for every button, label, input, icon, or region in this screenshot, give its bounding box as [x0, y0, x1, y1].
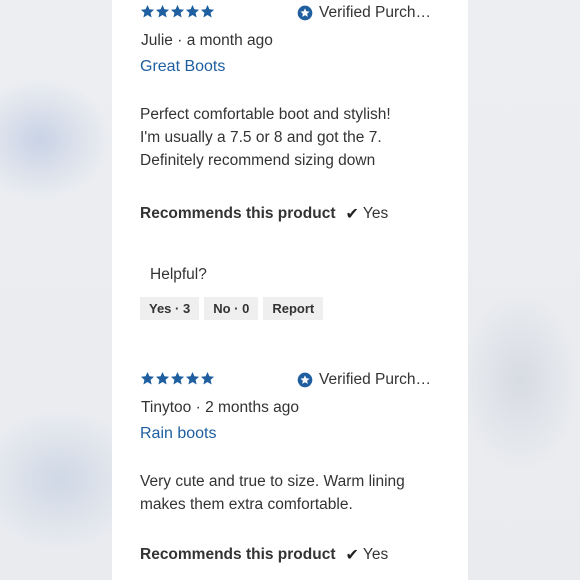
- star-icon: [155, 4, 170, 19]
- star-icon: [185, 4, 200, 19]
- star-icon: [155, 371, 170, 386]
- review-body-line: Perfect comfortable boot and stylish!: [140, 106, 391, 123]
- checkmark-icon: ✔: [345, 206, 359, 223]
- review-meta: Julie · a month ago: [141, 32, 273, 50]
- report-button[interactable]: Report: [263, 297, 324, 320]
- helpful-label: Helpful?: [150, 266, 207, 283]
- star-icon: [200, 371, 215, 386]
- meta-separator: ·: [195, 399, 201, 416]
- star-rating: [140, 4, 215, 22]
- review-title: Great Boots: [140, 58, 226, 75]
- review-body-line: makes them extra comfortable.: [140, 496, 353, 513]
- star-icon: [170, 4, 185, 19]
- author-name: Julie: [141, 32, 173, 49]
- verified-star-icon: [297, 372, 313, 388]
- verified-label: Verified Purchaser: [319, 371, 439, 388]
- recommends-product: Recommends this product ✔ Yes: [140, 545, 388, 565]
- star-icon: [185, 371, 200, 386]
- helpful-no-button[interactable]: No · 0: [204, 297, 259, 320]
- review-date: 2 months ago: [205, 399, 299, 416]
- helpful-yes-button[interactable]: Yes · 3: [140, 297, 200, 320]
- recommends-value: Yes: [362, 205, 389, 222]
- review-title: Rain boots: [140, 425, 217, 442]
- star-icon: [170, 371, 185, 386]
- recommends-value: Yes: [362, 546, 389, 563]
- star-icon: [140, 4, 155, 19]
- recommends-label: Recommends this product: [140, 546, 336, 563]
- checkmark-icon: ✔: [345, 547, 359, 564]
- star-rating: [140, 371, 215, 389]
- star-icon: [140, 371, 155, 386]
- verified-purchaser-badge: Verified Purchaser: [297, 4, 439, 22]
- verified-star-icon: [297, 5, 313, 21]
- verified-purchaser-badge: Verified Purchaser: [297, 371, 439, 389]
- recommends-label: Recommends this product: [140, 205, 336, 222]
- recommends-product: Recommends this product ✔ Yes: [140, 204, 388, 224]
- review-body: Perfect comfortable boot and stylish! I'…: [140, 103, 391, 172]
- star-icon: [200, 4, 215, 19]
- review-body-line: Definitely recommend sizing down: [140, 152, 376, 169]
- review-body: Very cute and true to size. Warm lining …: [140, 470, 405, 516]
- review-body-line: I'm usually a 7.5 or 8 and got the 7.: [140, 129, 382, 146]
- verified-label: Verified Purchaser: [319, 4, 439, 21]
- review-date: a month ago: [186, 32, 273, 49]
- review-meta: Tinytoo · 2 months ago: [141, 399, 299, 417]
- author-name: Tinytoo: [141, 399, 192, 416]
- review-body-line: Very cute and true to size. Warm lining: [140, 473, 405, 490]
- feedback-buttons: Yes · 3 No · 0 Report: [140, 297, 328, 320]
- meta-separator: ·: [177, 32, 183, 49]
